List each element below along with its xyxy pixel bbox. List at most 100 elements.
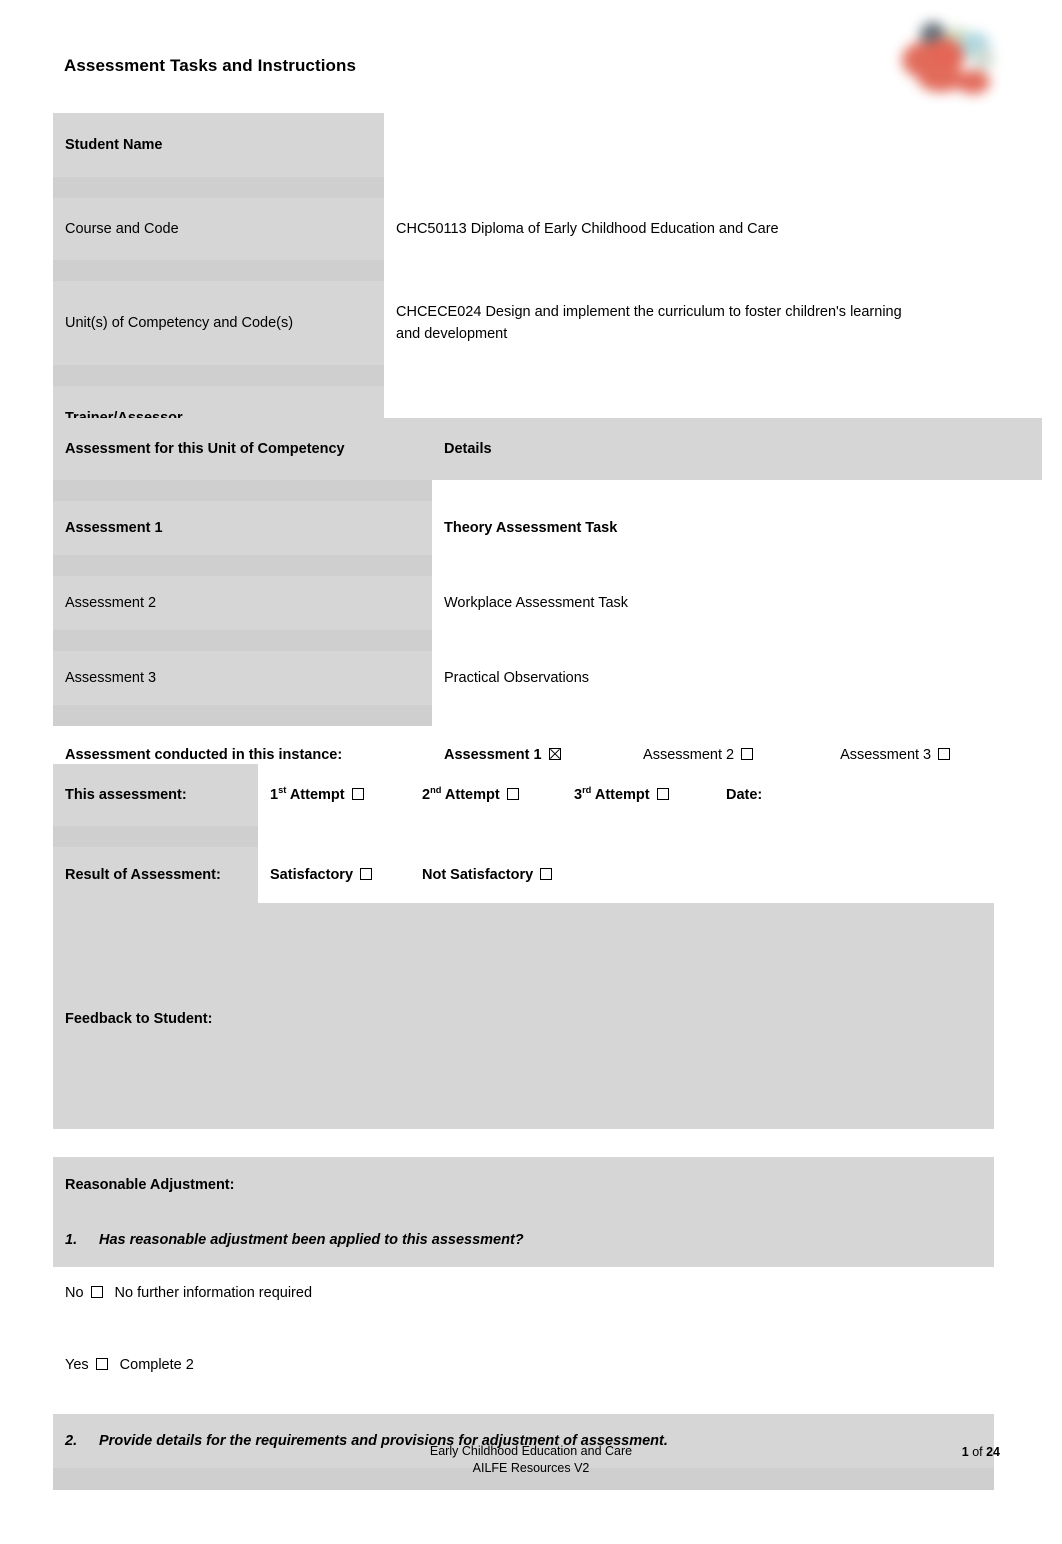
footer-line-1: Early Childhood Education and Care [429,1444,633,1458]
attempt-3-ordinal: rd [582,785,592,796]
reasonable-adjustment-table: Reasonable Adjustment: 1. Has reasonable … [53,1157,994,1544]
adjustment-details-value[interactable] [53,1490,994,1544]
feedback-row: Feedback to Student: [53,903,994,1129]
assessment-3-label: Assessment 3 [53,651,432,705]
attempt-2-option[interactable]: 2nd Attempt [410,764,562,826]
assessment-2-option-label: Assessment 2 [643,747,735,763]
row-separator [53,826,994,847]
table-row: Course and Code CHC50113 Diploma of Earl… [53,198,919,260]
satisfactory-label: Satisfactory [270,867,354,883]
not-satisfactory-label: Not Satisfactory [422,867,534,883]
adjustment-details-row [53,1490,994,1544]
row-separator [53,630,1042,651]
unit-competency-value[interactable]: CHCECE024 Design and implement the curri… [384,281,919,365]
assessment-2-option[interactable]: Assessment 2 [643,747,836,763]
result-row: Result of Assessment: Satisfactory Not S… [53,847,994,903]
attempt-2-label: Attempt [441,787,500,803]
attempt-2-number: 2 [422,787,431,803]
attempt-2-ordinal: nd [430,785,442,796]
page-total: 24 [986,1445,1000,1459]
not-satisfactory-option[interactable]: Not Satisfactory [410,847,994,903]
yes-note: Complete 2 [119,1357,194,1373]
row-separator [53,1390,994,1414]
assessment-3-option-label: Assessment 3 [840,747,932,763]
course-code-value[interactable]: CHC50113 Diploma of Early Childhood Educ… [384,198,919,260]
page-current: 1 [961,1445,969,1459]
assessment-2-detail: Workplace Assessment Task [432,576,1042,630]
assessment-1-option[interactable]: Assessment 1 [444,747,639,763]
table-row: Assessment 2 Workplace Assessment Task [53,576,1042,630]
reasonable-adjustment-title: Reasonable Adjustment: [53,1157,994,1213]
satisfactory-option[interactable]: Satisfactory [258,847,410,903]
row-separator [53,705,1042,726]
assessment-1-option-label: Assessment 1 [444,747,542,763]
attempt-1-label: Attempt [286,787,345,803]
attempt-3-label: Attempt [591,787,650,803]
no-checkbox[interactable] [90,1286,103,1298]
no-note: No further information required [114,1285,313,1301]
date-label: Date: [726,787,763,803]
assessment-1-detail: Theory Assessment Task [432,501,1042,555]
student-name-label: Student Name [53,113,384,177]
row-separator [53,480,1042,501]
no-label: No [65,1285,84,1301]
this-assessment-label: This assessment: [53,764,258,826]
unit-competency-label: Unit(s) of Competency and Code(s) [53,281,384,365]
assessment-2-checkbox[interactable] [741,748,754,760]
page-title: Assessment Tasks and Instructions [64,56,357,75]
assessment-column-header: Assessment for this Unit of Competency [53,418,432,480]
row-separator [53,365,919,386]
result-feedback-table: This assessment: 1st Attempt 2nd Attempt… [53,764,994,1129]
row-separator [53,1319,994,1340]
yes-checkbox[interactable] [95,1358,108,1370]
page-number: 1 of 24 [962,1445,1000,1459]
attempt-1-option[interactable]: 1st Attempt [258,764,410,826]
student-details-table: Student Name Course and Code CHC50113 Di… [53,113,919,450]
attempt-1-number: 1 [270,787,279,803]
assessment-1-label: Assessment 1 [53,501,432,555]
attempt-1-checkbox[interactable] [351,788,364,800]
question-1-number: 1. [65,1232,78,1248]
feedback-to-student-area[interactable]: Feedback to Student: [53,903,994,1129]
assessment-1-checkbox[interactable] [548,748,561,760]
satisfactory-checkbox[interactable] [360,868,373,880]
attempt-3-number: 3 [574,787,583,803]
table-row: Reasonable Adjustment: [53,1157,994,1213]
student-name-value[interactable] [384,113,919,177]
attempt-3-option[interactable]: 3rd Attempt [562,764,714,826]
no-option[interactable]: No No further information required [53,1267,994,1319]
not-satisfactory-checkbox[interactable] [540,868,553,880]
course-code-label: Course and Code [53,198,384,260]
document-page: Assessment Tasks and Instructions Studen… [0,0,1062,1544]
footer-text: Early Childhood Education and Care AILFE… [0,1443,1062,1477]
table-header-row: Assessment for this Unit of Competency D… [53,418,1042,480]
details-column-header: Details [432,418,1042,480]
table-row: Assessment 1 Theory Assessment Task [53,501,1042,555]
yes-option[interactable]: Yes Complete 2 [53,1340,994,1390]
question-1: 1. Has reasonable adjustment been applied… [53,1213,994,1267]
result-of-assessment-label: Result of Assessment: [53,847,258,903]
assessment-list-table: Assessment for this Unit of Competency D… [53,418,1042,802]
assessment-3-detail: Practical Observations [432,651,1042,705]
assessment-2-label: Assessment 2 [53,576,432,630]
row-separator [53,260,919,281]
question-1-row: 1. Has reasonable adjustment been applied… [53,1213,994,1267]
table-row: Unit(s) of Competency and Code(s) CHCECE… [53,281,919,365]
yes-label: Yes [65,1357,89,1373]
assessment-3-checkbox[interactable] [938,748,951,760]
table-row: Student Name [53,113,919,177]
assessment-3-option[interactable]: Assessment 3 [840,747,951,763]
attempt-row: This assessment: 1st Attempt 2nd Attempt… [53,764,994,826]
page-of: of [968,1445,987,1459]
no-option-row: No No further information required [53,1267,994,1319]
feedback-to-student-label: Feedback to Student: [65,1011,213,1027]
row-separator [53,177,919,198]
attempt-3-checkbox[interactable] [656,788,669,800]
ailfe-logo [900,18,1005,108]
row-separator [53,555,1042,576]
yes-option-row: Yes Complete 2 [53,1340,994,1390]
table-row: Assessment 3 Practical Observations [53,651,1042,705]
attempt-2-checkbox[interactable] [506,788,519,800]
footer-line-2: AILFE Resources V2 [472,1460,590,1475]
question-1-text: Has reasonable adjustment been applied t… [99,1232,524,1248]
